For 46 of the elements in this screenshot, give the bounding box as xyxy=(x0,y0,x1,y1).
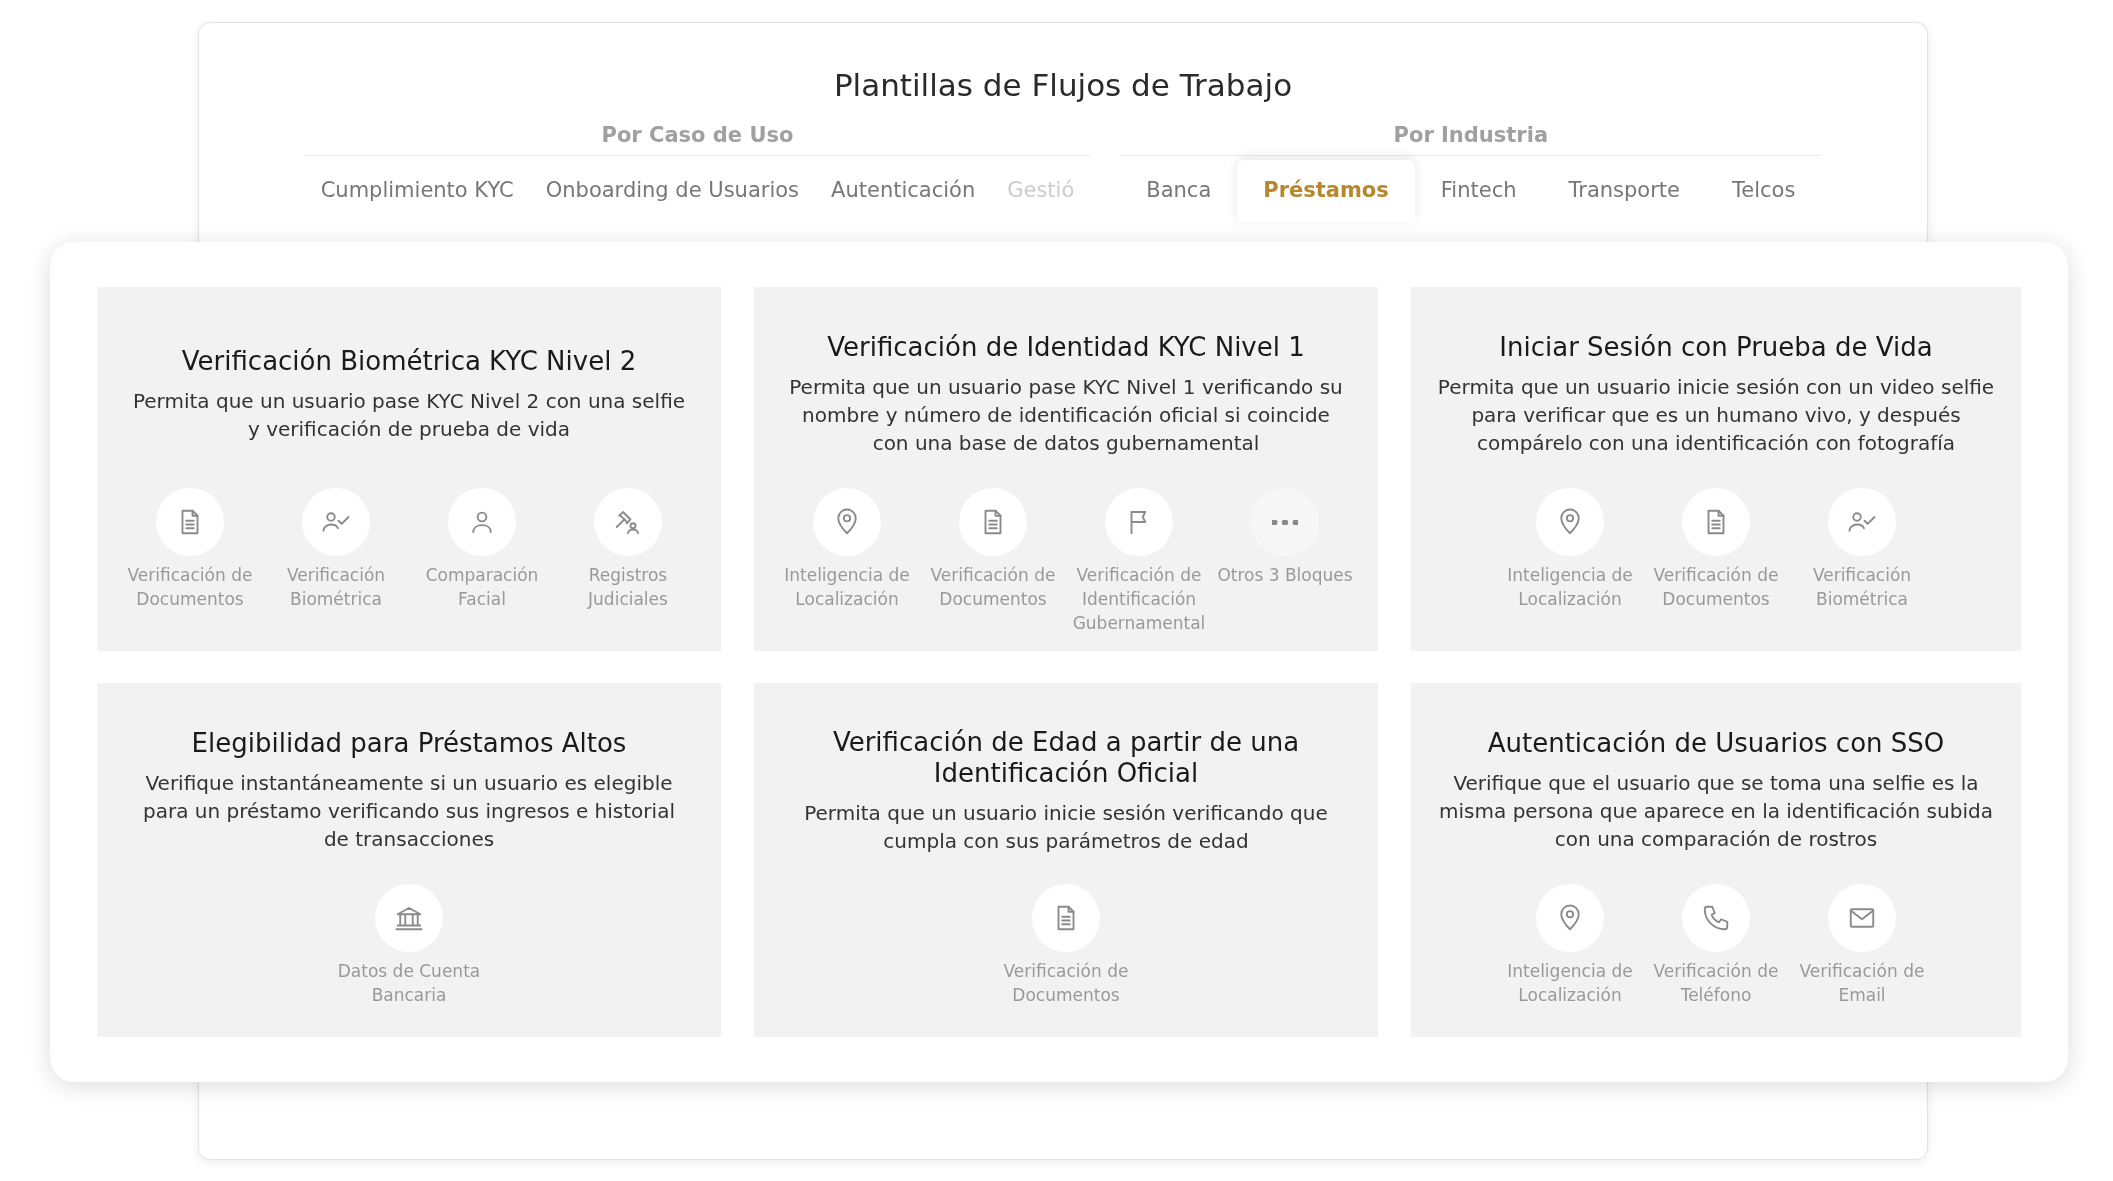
block-label: Verificación de Identificación Gubernamental xyxy=(1071,564,1207,635)
tab[interactable]: Onboarding de Usuarios xyxy=(529,160,816,222)
block-label: Verificación Biométrica xyxy=(1811,564,1913,611)
block-label: Verificación de Documentos xyxy=(1002,960,1130,1008)
tab[interactable]: Fintech xyxy=(1414,160,1543,222)
card-title: Autenticación de Usuarios con SSO xyxy=(1487,728,1945,760)
card-description: Verifique instantáneamente si un usuario es elegible para un préstamo verificando sus ingresos e historial de transacciones xyxy=(142,770,676,854)
card-description: Permita que un usuario pase KYC Nivel 1 verificando su nombre y número de identificación oficial si coincide con una base de datos gubernamental xyxy=(788,374,1344,458)
block-label: Otros 3 Bloques xyxy=(1217,564,1353,587)
block-label: Verificación de Documentos xyxy=(1652,564,1780,611)
block-label: Inteligencia de Localización xyxy=(783,564,911,611)
card-title: Verificación de Edad a partir de una Identificación Oficial xyxy=(831,726,1301,790)
tab[interactable]: Transporte xyxy=(1542,160,1706,222)
page-title: Plantillas de Flujos de Trabajo xyxy=(832,67,1294,103)
tab[interactable]: Banca xyxy=(1120,160,1238,222)
template-card[interactable] xyxy=(97,287,721,652)
card-description: Permita que un usuario inicie sesión con un video selfie para verificar que es un humano vivo, y después compárelo con una identificación con fotografía xyxy=(1436,374,1996,458)
tab-group-label: Por Industria xyxy=(1120,123,1822,156)
card-title: Elegibilidad para Préstamos Altos xyxy=(191,728,627,760)
template-card[interactable]: Verificación de Edad a partir de una Identificación Oficial Permita que un usuario inicie sesión verificando que cumpla con sus parámetros de edad Verificación de Documentos xyxy=(754,683,1378,1037)
card-description: Permita que un usuario inicie sesión verificando que cumpla con sus parámetros de edad xyxy=(803,800,1329,856)
more-icon xyxy=(1272,519,1298,525)
tab[interactable]: Telcos xyxy=(1706,160,1822,222)
block-label: Verificación de Teléfono xyxy=(1652,960,1780,1008)
block-label: Registros Judiciales xyxy=(586,564,669,611)
template-card[interactable] xyxy=(1411,287,2021,652)
block-label: Verificación Biométrica xyxy=(285,564,387,611)
card-description: Verifique que el usuario que se toma una selfie es la misma persona que aparece en la identificación subida con una comparación de rostros xyxy=(1438,770,1994,854)
block-label: Comparación Facial xyxy=(424,564,540,611)
card-title: Verificación Biométrica KYC Nivel 2 xyxy=(181,345,637,378)
card-description: Permita que un usuario pase KYC Nivel 2 con una selfie y verificación de prueba de vida xyxy=(131,388,687,444)
block-label: Verificación de Documentos xyxy=(126,564,254,611)
card-title: Verificación de Identidad KYC Nivel 1 xyxy=(827,331,1305,364)
template-card[interactable]: Elegibilidad para Préstamos Altos Verifique instantáneamente si un usuario es elegible para un préstamo verificando sus ingresos e historial de transacciones Datos de Cuenta Bancaria xyxy=(97,683,721,1037)
block-label: Inteligencia de Localización xyxy=(1506,564,1634,611)
block-label: Verificación de Documentos xyxy=(929,564,1057,611)
block-label: Datos de Cuenta Bancaria xyxy=(336,960,482,1008)
tab[interactable]: Autenticación xyxy=(815,160,992,222)
block-label: Verificación de Email xyxy=(1798,960,1926,1008)
template-card[interactable] xyxy=(1411,683,2021,1037)
card-title: Iniciar Sesión con Prueba de Vida xyxy=(1499,331,1933,364)
tab[interactable]: Cumplimiento KYC xyxy=(304,160,530,222)
tab[interactable]: Préstamos xyxy=(1237,160,1415,222)
block-label: Inteligencia de Localización xyxy=(1506,960,1634,1008)
tab-group-label: Por Caso de Uso xyxy=(304,123,1091,156)
template-card[interactable] xyxy=(754,287,1378,652)
